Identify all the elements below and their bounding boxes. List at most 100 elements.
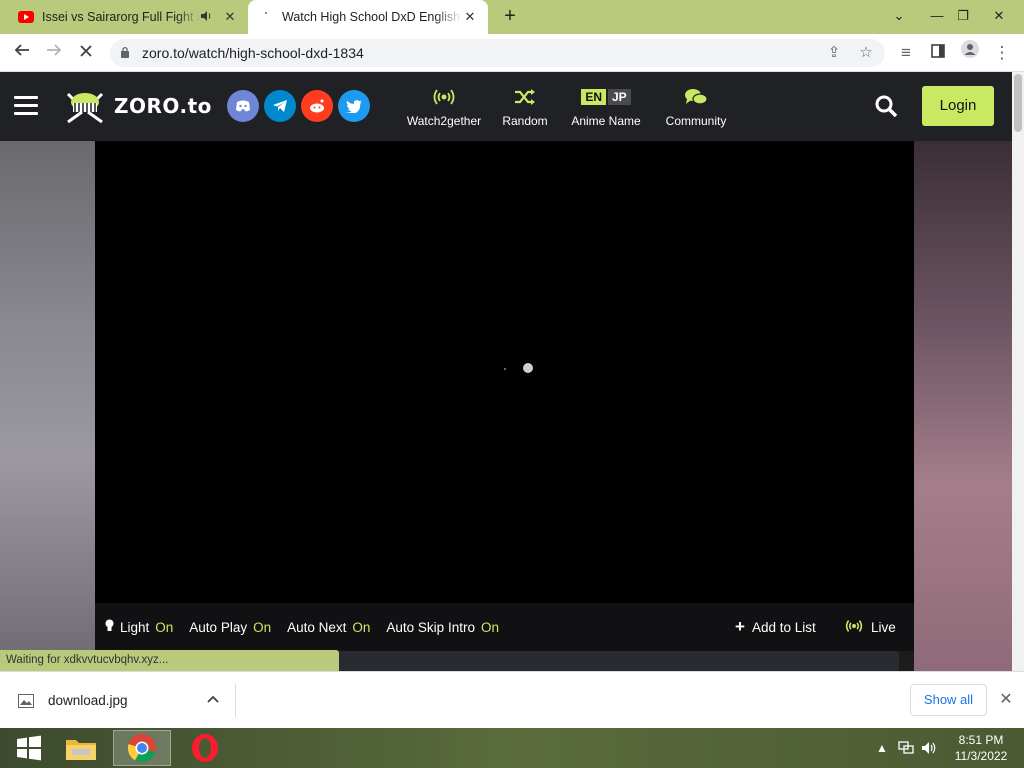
- system-clock[interactable]: 8:51 PM 11/3/2022: [948, 732, 1014, 764]
- lang-jp[interactable]: JP: [607, 89, 631, 105]
- profile-avatar-icon[interactable]: [956, 39, 984, 67]
- new-tab-button[interactable]: +: [498, 4, 522, 28]
- bookmark-star-icon[interactable]: ☆: [852, 39, 880, 67]
- nav-label: Random: [502, 114, 548, 128]
- autoplay-toggle[interactable]: Auto Play On: [189, 620, 271, 635]
- reading-list-icon[interactable]: ≡: [892, 39, 920, 67]
- chrome-icon[interactable]: [113, 730, 171, 766]
- loading-dot-small: [504, 368, 506, 370]
- light-state: On: [155, 619, 174, 635]
- player-controls-bar: Light On Auto Play On Auto Next On Auto …: [95, 603, 914, 651]
- page-scrollbar[interactable]: [1012, 72, 1024, 671]
- chat-bubbles-icon: [660, 86, 732, 108]
- opera-icon[interactable]: [176, 730, 234, 766]
- clock-time: 8:51 PM: [958, 733, 1004, 747]
- clock-date: 11/3/2022: [954, 749, 1008, 763]
- show-all-button[interactable]: Show all: [910, 684, 987, 716]
- address-text: zoro.to/watch/high-school-dxd-1834: [142, 45, 364, 61]
- autoskip-toggle[interactable]: Auto Skip Intro On: [386, 620, 499, 635]
- autoplay-state: On: [253, 619, 272, 635]
- language-toggle[interactable]: EN JP: [581, 89, 631, 105]
- download-shelf: download.jpg Show all ✕: [0, 671, 1024, 728]
- site-logo[interactable]: ZORO.to: [64, 86, 212, 126]
- autonext-label: Auto Next: [287, 619, 347, 635]
- image-file-icon: [18, 693, 34, 708]
- file-explorer-icon[interactable]: [52, 730, 110, 766]
- telegram-icon[interactable]: [264, 90, 296, 122]
- restore-button[interactable]: ❐: [946, 0, 980, 34]
- tab-title: Watch High School DxD English: [282, 10, 461, 24]
- lang-en[interactable]: EN: [581, 89, 606, 105]
- speaker-icon[interactable]: [200, 10, 216, 25]
- nav-random[interactable]: Random: [498, 86, 552, 128]
- hamburger-menu-icon[interactable]: [14, 96, 38, 116]
- lightbulb-icon: [105, 619, 114, 635]
- autonext-toggle[interactable]: Auto Next On: [287, 620, 370, 635]
- window-close-button[interactable]: ✕: [982, 0, 1016, 34]
- tab-close-icon[interactable]: ✕: [462, 9, 478, 25]
- browser-toolbar: zoro.to/watch/high-school-dxd-1834 ⇪ ☆ ≡…: [0, 34, 1024, 72]
- screen: Issei vs Sairarorg Full Fight in ✕ Watch…: [0, 0, 1024, 768]
- download-filename: download.jpg: [48, 693, 128, 708]
- start-button[interactable]: [0, 730, 58, 766]
- broadcast-icon: [845, 619, 863, 636]
- login-button[interactable]: Login: [922, 86, 994, 126]
- download-item[interactable]: download.jpg: [18, 684, 236, 717]
- light-label: Light: [120, 619, 150, 635]
- twitter-icon[interactable]: [338, 90, 370, 122]
- forward-button[interactable]: [40, 39, 68, 67]
- autoskip-label: Auto Skip Intro: [386, 619, 475, 635]
- network-icon[interactable]: [898, 728, 914, 768]
- loading-dot-large: [523, 363, 533, 373]
- tab-strip: Issei vs Sairarorg Full Fight in ✕ Watch…: [0, 0, 1024, 34]
- video-player[interactable]: [95, 141, 914, 603]
- light-toggle[interactable]: Light On: [105, 619, 173, 635]
- autoplay-label: Auto Play: [189, 619, 248, 635]
- search-icon[interactable]: [874, 94, 898, 118]
- autoskip-state: On: [480, 619, 499, 635]
- tab-zoro[interactable]: Watch High School DxD English ✕: [248, 0, 488, 34]
- site-header: ZORO.to Watch2gether Random EN JP Anime …: [0, 72, 1012, 141]
- add-to-list-button[interactable]: + Add to List: [735, 603, 816, 651]
- nav-label: Anime Name: [571, 114, 641, 128]
- close-icon[interactable]: ✕: [996, 686, 1016, 714]
- shuffle-icon: [498, 86, 552, 108]
- menu-kebab-icon[interactable]: ⋮: [988, 39, 1016, 67]
- stop-loading-button[interactable]: [72, 39, 100, 67]
- scrollbar-thumb[interactable]: [1014, 74, 1022, 132]
- plus-icon: +: [735, 617, 745, 636]
- tab-close-icon[interactable]: ✕: [222, 9, 238, 25]
- discord-icon[interactable]: [227, 90, 259, 122]
- nav-label: Watch2gether: [406, 114, 482, 128]
- tab-search-icon[interactable]: ⌄: [882, 0, 916, 34]
- side-panel-icon[interactable]: [924, 39, 952, 67]
- tab-title: Issei vs Sairarorg Full Fight in: [42, 10, 200, 24]
- back-button[interactable]: [8, 39, 36, 67]
- logo-text: ZORO.to: [114, 94, 212, 118]
- taskbar: ▲ 8:51 PM 11/3/2022: [0, 728, 1024, 768]
- youtube-icon: [18, 9, 34, 25]
- zoro-mascot-icon: [66, 92, 104, 124]
- live-label: Live: [871, 619, 896, 635]
- autonext-state: On: [352, 619, 371, 635]
- reddit-icon[interactable]: [301, 90, 333, 122]
- add-to-list-label: Add to List: [751, 619, 816, 635]
- lock-icon[interactable]: [120, 46, 134, 61]
- nav-watch2gether[interactable]: Watch2gether: [404, 86, 484, 128]
- volume-icon[interactable]: [921, 728, 937, 768]
- chevron-up-icon[interactable]: [207, 692, 219, 706]
- tray-overflow-icon[interactable]: ▲: [876, 728, 888, 768]
- loading-spinner-icon: [258, 9, 274, 25]
- broadcast-icon: [404, 86, 484, 108]
- nav-anime-name[interactable]: EN JP Anime Name: [566, 86, 646, 128]
- background-art-left: [0, 141, 95, 671]
- address-bar[interactable]: zoro.to/watch/high-school-dxd-1834 ⇪ ☆: [110, 39, 885, 67]
- live-button[interactable]: Live: [845, 603, 896, 651]
- share-icon[interactable]: ⇪: [820, 39, 848, 67]
- background-art-right: [914, 141, 1012, 671]
- nav-label: Community: [665, 114, 727, 128]
- nav-community[interactable]: Community: [660, 86, 732, 128]
- status-bubble: Waiting for xdkvvtucvbqhv.xyz...: [0, 650, 339, 671]
- web-page: ZORO.to Watch2gether Random EN JP Anime …: [0, 72, 1012, 671]
- tab-youtube[interactable]: Issei vs Sairarorg Full Fight in ✕: [8, 0, 248, 34]
